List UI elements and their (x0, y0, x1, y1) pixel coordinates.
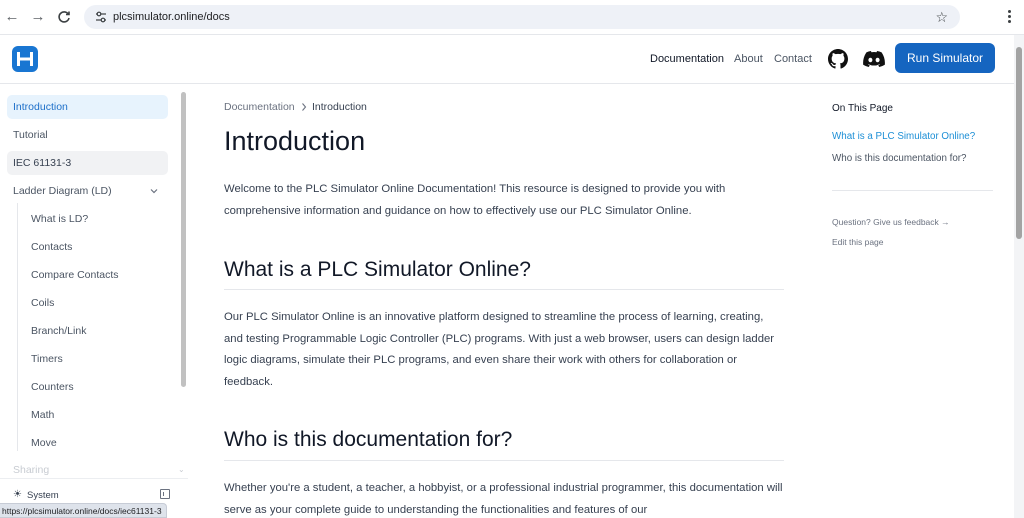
discord-icon[interactable] (863, 51, 885, 67)
collapse-sidebar-icon[interactable] (160, 489, 170, 499)
sidebar-item-sharing[interactable]: Sharing (13, 464, 49, 476)
chevron-down-icon[interactable] (150, 187, 158, 195)
sidebar-item-introduction[interactable]: Introduction (7, 95, 168, 119)
site-settings-icon[interactable] (94, 10, 108, 24)
back-arrow-icon[interactable]: ← (3, 8, 21, 26)
sidebar-item-tutorial[interactable]: Tutorial (7, 123, 168, 147)
run-simulator-button[interactable]: Run Simulator (895, 43, 995, 73)
sidebar-subitem-what-is-ld[interactable]: What is LD? (31, 212, 88, 226)
docs-sidebar: Introduction Tutorial IEC 61131-3 Ladder… (0, 84, 188, 518)
sidebar-subitem-branch-link[interactable]: Branch/Link (31, 324, 86, 338)
browser-menu-icon[interactable] (1006, 8, 1012, 26)
toc-item-who-is-this-for[interactable]: Who is this documentation for? (832, 153, 967, 165)
theme-toggle[interactable]: System (27, 490, 59, 502)
page-scrollbar[interactable] (1014, 35, 1024, 518)
forward-arrow-icon[interactable]: → (29, 8, 47, 26)
site-header: Documentation About Contact Run Simulato… (0, 35, 1014, 84)
nav-contact[interactable]: Contact (774, 52, 812, 66)
sidebar-item-label: Ladder Diagram (LD) (13, 185, 112, 197)
breadcrumb-documentation[interactable]: Documentation (224, 101, 295, 114)
sidebar-subitem-counters[interactable]: Counters (31, 380, 74, 394)
sidebar-subitem-timers[interactable]: Timers (31, 352, 63, 366)
page-scrollbar-thumb[interactable] (1016, 47, 1022, 239)
sidebar-guide-line (17, 203, 18, 451)
github-icon[interactable] (828, 49, 848, 69)
sidebar-scrollbar[interactable] (181, 92, 186, 387)
sidebar-subitem-coils[interactable]: Coils (31, 296, 54, 310)
toc-item-what-is-plc[interactable]: What is a PLC Simulator Online? (832, 131, 975, 143)
sidebar-item-ladder-diagram[interactable]: Ladder Diagram (LD) (7, 179, 168, 203)
sun-icon: ☀ (13, 489, 22, 500)
what-paragraph: Our PLC Simulator Online is an innovativ… (224, 311, 775, 388)
breadcrumb-current: Introduction (312, 101, 367, 113)
toc-title: On This Page (832, 103, 893, 114)
heading-what-is-plc-simulator: What is a PLC Simulator Online? (224, 258, 531, 281)
chevron-down-icon: ⌄ (178, 465, 185, 474)
page-title: Introduction (224, 126, 366, 156)
url-text: plcsimulator.online/docs (113, 11, 230, 23)
feedback-link[interactable]: Question? Give us feedback → (832, 217, 950, 228)
sidebar-subitem-move[interactable]: Move (31, 436, 57, 450)
intro-paragraph: Welcome to the PLC Simulator Online Docu… (224, 183, 726, 217)
address-bar[interactable]: plcsimulator.online/docs ☆ (84, 5, 960, 29)
sidebar-subitem-contacts[interactable]: Contacts (31, 240, 72, 254)
nav-about[interactable]: About (734, 52, 763, 66)
bookmark-star-icon[interactable]: ☆ (935, 8, 948, 26)
who-paragraph: Whether you're a student, a teacher, a h… (224, 482, 783, 516)
toc-divider (832, 190, 993, 191)
link-status-bar: https://plcsimulator.online/docs/iec6113… (0, 503, 167, 518)
sidebar-subitem-compare-contacts[interactable]: Compare Contacts (31, 268, 119, 282)
reload-icon[interactable] (56, 9, 72, 25)
plc-simulator-logo[interactable] (12, 46, 38, 72)
heading-who-is-this-for: Who is this documentation for? (224, 428, 513, 451)
edit-page-link[interactable]: Edit this page (832, 237, 884, 248)
sidebar-subitem-math[interactable]: Math (31, 408, 54, 422)
browser-toolbar: ← → plcsimulator.online/docs ☆ (0, 0, 1024, 35)
chevron-right-icon (302, 103, 307, 111)
nav-documentation[interactable]: Documentation (650, 52, 724, 66)
heading-divider (224, 289, 784, 290)
heading-divider (224, 460, 784, 461)
sidebar-item-iec-61131-3[interactable]: IEC 61131-3 (7, 151, 168, 175)
